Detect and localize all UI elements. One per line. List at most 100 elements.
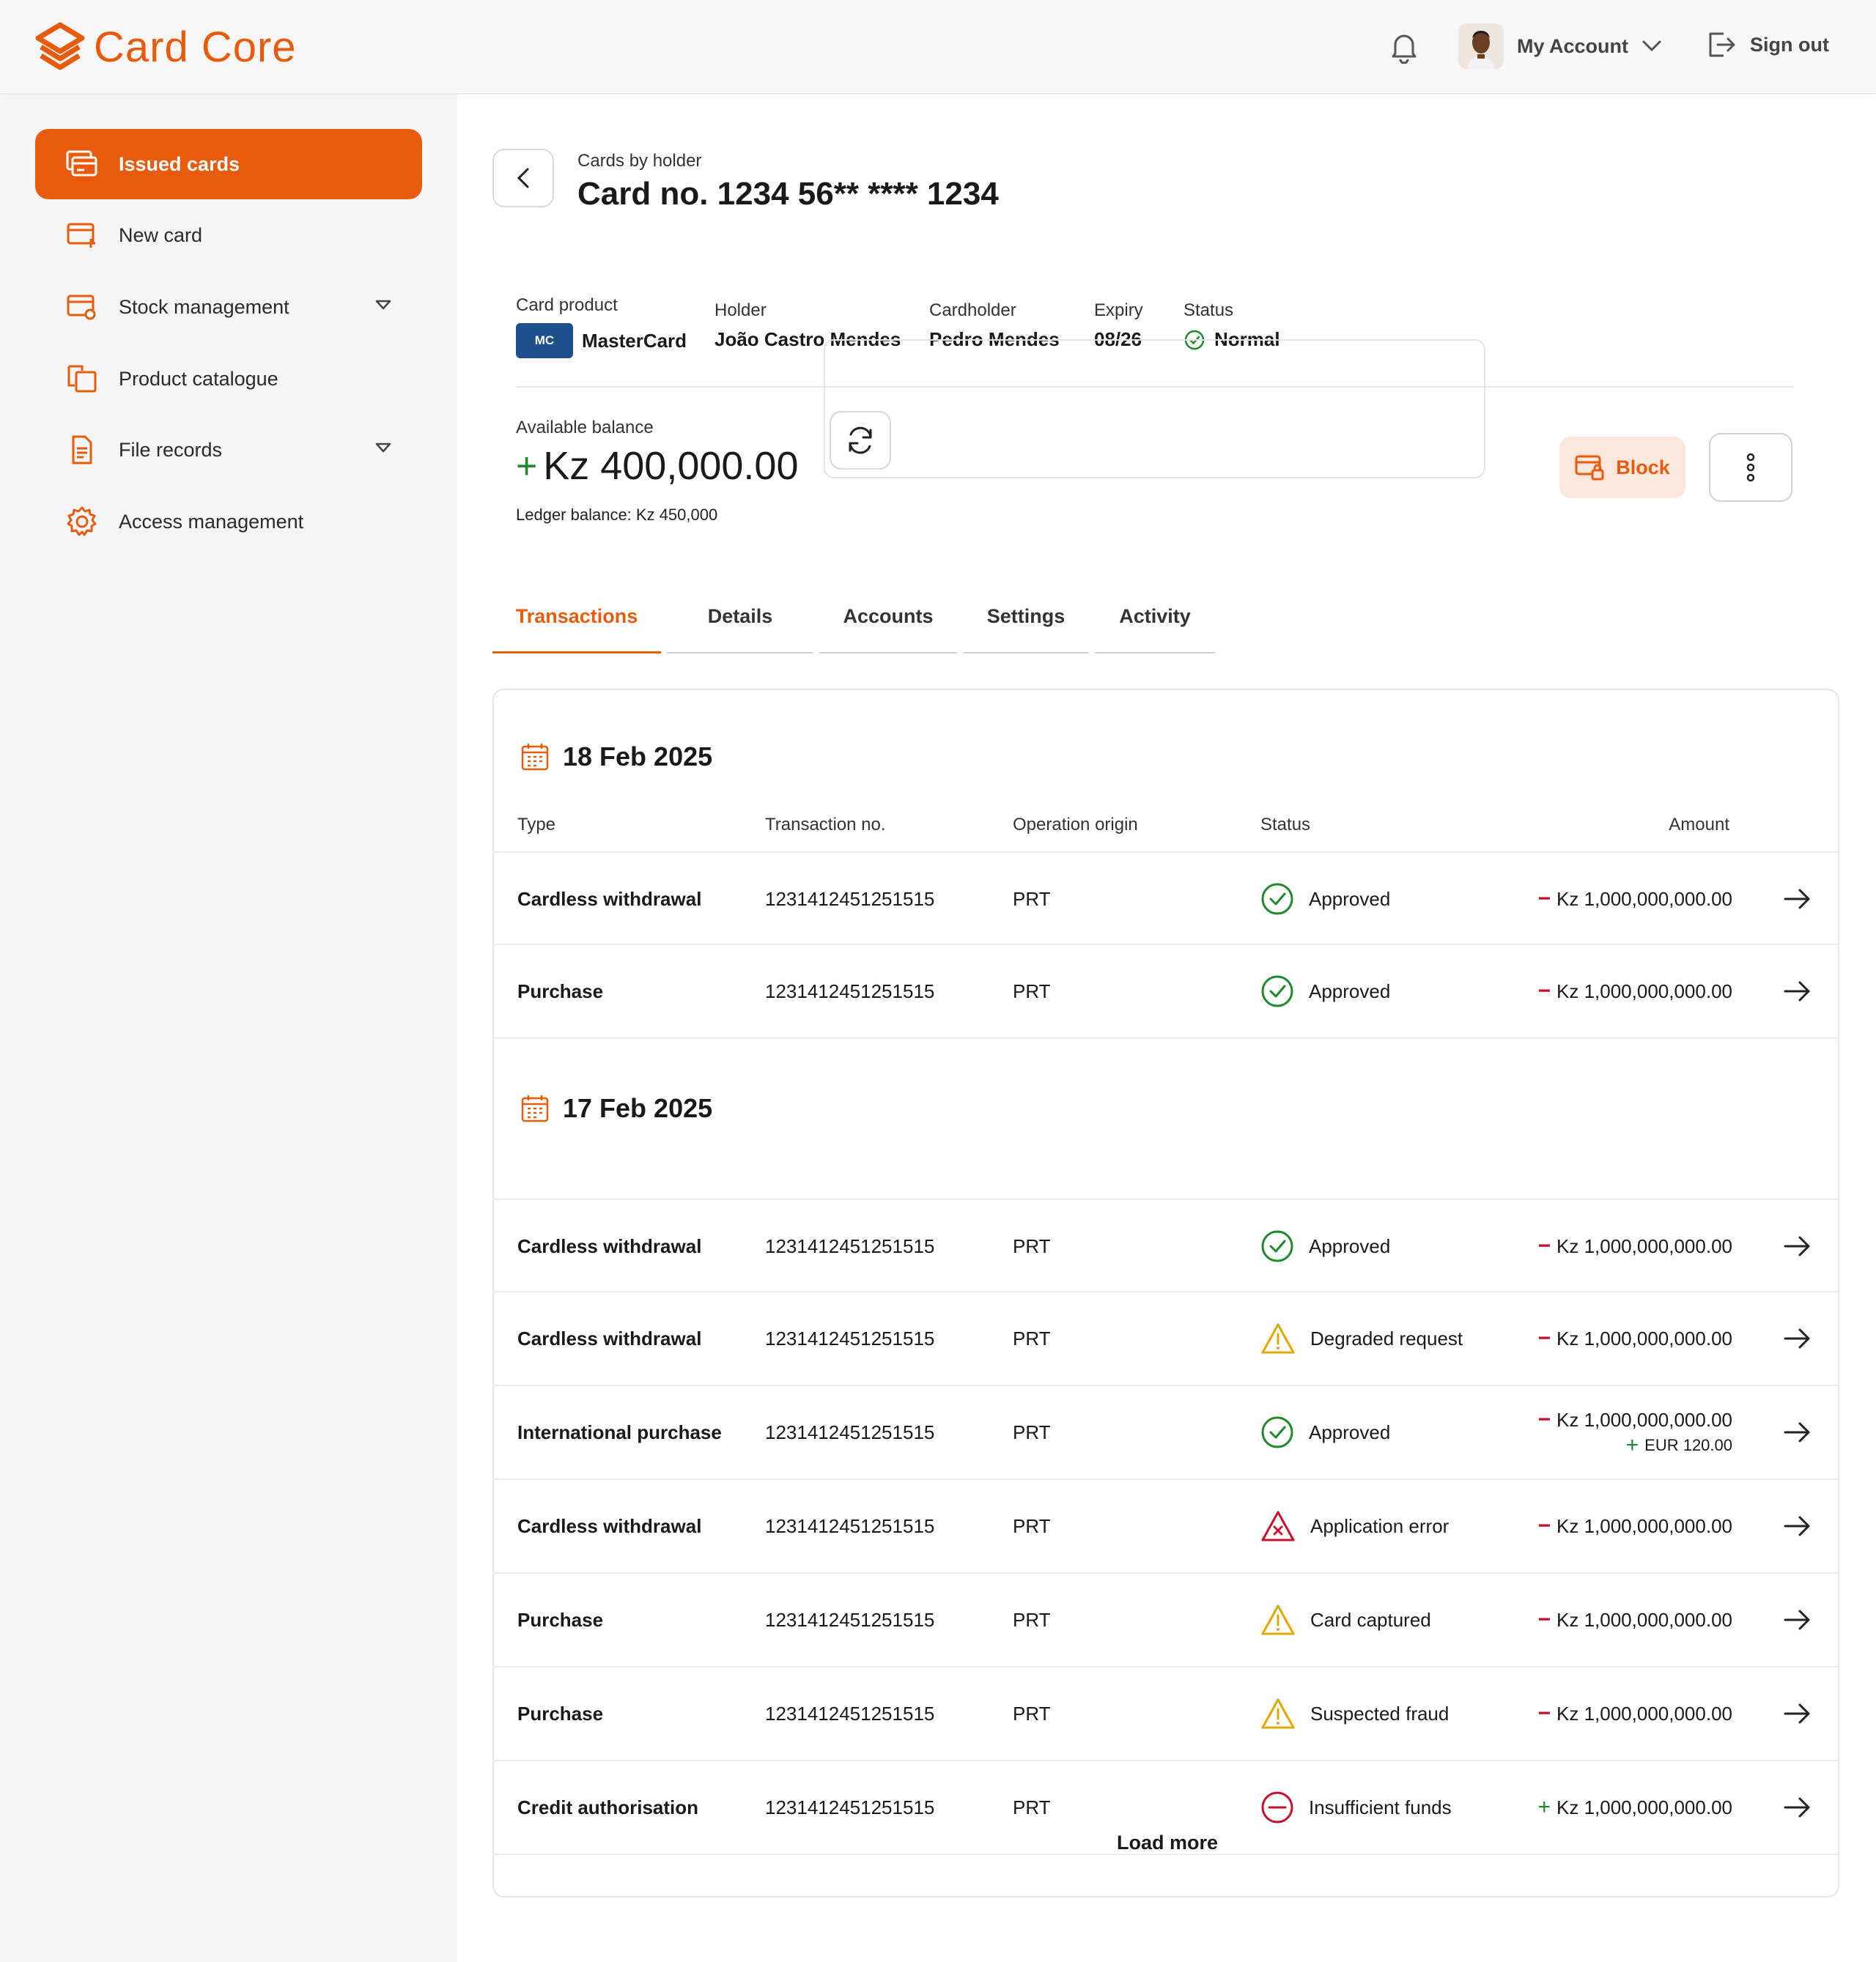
- calendar-icon: [520, 1094, 550, 1123]
- catalogue-icon: [66, 365, 98, 393]
- arrow-right-icon[interactable]: [1782, 1232, 1812, 1261]
- transaction-status: Approved: [1260, 945, 1390, 1037]
- transaction-status: Approved: [1260, 1200, 1390, 1292]
- transaction-amount: − Kz 1,000,000,000.00: [1537, 1574, 1732, 1666]
- amount-value: Kz 1,000,000,000.00: [1556, 1796, 1732, 1818]
- date-group-header: 17 Feb 2025: [520, 1093, 712, 1124]
- transaction-type: Cardless withdrawal: [517, 1327, 702, 1350]
- col-header-origin: Operation origin: [1013, 815, 1138, 834]
- transaction-number: 1231412451251515: [765, 1514, 935, 1537]
- transaction-number: 1231412451251515: [765, 1234, 935, 1257]
- gear-icon: [66, 506, 98, 538]
- transaction-type: Cardless withdrawal: [517, 1234, 702, 1257]
- status-text: Insufficient funds: [1309, 1796, 1452, 1818]
- secondary-amount: + EUR 120.00: [1626, 1434, 1732, 1456]
- breadcrumb[interactable]: Cards by holder: [577, 151, 701, 171]
- sidebar-item-file-records[interactable]: File records: [35, 415, 422, 485]
- load-more-button[interactable]: Load more: [494, 1832, 1838, 1854]
- transaction-row[interactable]: Purchase 1231412451251515 PRT Approved − Kz 1…: [494, 945, 1838, 1039]
- transaction-amount: − Kz 1,000,000,000.00: [1537, 1292, 1732, 1385]
- tab-accounts[interactable]: Accounts: [819, 586, 957, 654]
- amount-value: Kz 1,000,000,000.00: [1556, 887, 1732, 910]
- transaction-row[interactable]: Cardless withdrawal 1231412451251515 PRT Ap…: [494, 1199, 1838, 1292]
- tab-activity[interactable]: Activity: [1095, 586, 1215, 654]
- new-card-icon: [66, 221, 98, 249]
- transaction-status: Suspected fraud: [1260, 1667, 1449, 1760]
- more-options-button[interactable]: [1709, 433, 1792, 502]
- secondary-amount-value: EUR 120.00: [1644, 1435, 1732, 1454]
- sidebar-item-label: Stock management: [119, 295, 289, 318]
- transaction-row[interactable]: Purchase 1231412451251515 PRT Suspected fra…: [494, 1667, 1838, 1761]
- cardholder-label: Cardholder: [929, 300, 1016, 320]
- check-circle-icon: [1260, 1229, 1294, 1263]
- amount-value: Kz 1,000,000,000.00: [1556, 1408, 1732, 1431]
- status-text: Degraded request: [1310, 1327, 1463, 1350]
- card-product-label: Card product: [516, 295, 618, 315]
- arrow-right-icon[interactable]: [1782, 1418, 1812, 1447]
- tab-transactions[interactable]: Transactions: [492, 586, 661, 654]
- caret-down-icon[interactable]: [375, 300, 391, 310]
- transaction-row[interactable]: Cardless withdrawal 1231412451251515 PRT De…: [494, 1292, 1838, 1386]
- caret-down-icon[interactable]: [375, 443, 391, 453]
- amount-value: Kz 1,000,000,000.00: [1556, 1234, 1732, 1257]
- back-button[interactable]: [492, 149, 554, 207]
- card-product-value: MasterCard: [582, 329, 687, 352]
- transaction-row[interactable]: Cardless withdrawal 1231412451251515 PRT Ap…: [494, 851, 1838, 945]
- transaction-status: Degraded request: [1260, 1292, 1463, 1385]
- sidebar-item-label: New card: [119, 223, 203, 246]
- transaction-status: Application error: [1260, 1480, 1449, 1572]
- balance-sign: +: [516, 445, 538, 486]
- arrow-right-icon[interactable]: [1782, 884, 1812, 914]
- block-button[interactable]: Block: [1559, 437, 1685, 498]
- transaction-number: 1231412451251515: [765, 1608, 935, 1631]
- arrow-right-icon[interactable]: [1782, 977, 1812, 1006]
- transaction-status: Approved: [1260, 1386, 1390, 1478]
- operation-origin: PRT: [1013, 887, 1051, 910]
- transaction-type: Purchase: [517, 1702, 604, 1725]
- tab-details[interactable]: Details: [667, 586, 813, 654]
- transaction-type: Purchase: [517, 980, 604, 1002]
- transaction-status: Approved: [1260, 853, 1390, 945]
- warning-triangle-icon: [1260, 1697, 1296, 1730]
- sidebar-item-issued-cards[interactable]: Issued cards: [35, 129, 422, 199]
- sign-out-button[interactable]: Sign out: [1706, 29, 1829, 60]
- transaction-row[interactable]: International purchase 1231412451251515 PR…: [494, 1386, 1838, 1480]
- card-lock-icon: [1575, 454, 1606, 481]
- error-triangle-icon: [1260, 1509, 1296, 1543]
- col-header-status: Status: [1260, 815, 1311, 834]
- group-date: 17 Feb 2025: [563, 1093, 713, 1123]
- sidebar-item-new-card[interactable]: New card: [35, 200, 422, 270]
- notification-bell-icon[interactable]: [1389, 32, 1419, 64]
- transaction-row[interactable]: Purchase 1231412451251515 PRT Card captured…: [494, 1574, 1838, 1667]
- arrow-right-icon[interactable]: [1782, 1324, 1812, 1353]
- amount-value: Kz 1,000,000,000.00: [1556, 1608, 1732, 1631]
- tab-settings[interactable]: Settings: [963, 586, 1089, 654]
- transaction-type: International purchase: [517, 1421, 722, 1443]
- amount-sign: −: [1537, 1407, 1551, 1432]
- sidebar-item-access-management[interactable]: Access management: [35, 486, 422, 557]
- transaction-row[interactable]: Cardless withdrawal 1231412451251515 PRT Ap…: [494, 1480, 1838, 1574]
- check-circle-icon: [1260, 974, 1294, 1008]
- account-menu[interactable]: My Account: [1458, 23, 1662, 69]
- amount-sign: −: [1537, 979, 1551, 1003]
- amount-sign: −: [1537, 1514, 1551, 1538]
- transaction-number: 1231412451251515: [765, 1327, 935, 1350]
- arrow-right-icon[interactable]: [1782, 1605, 1812, 1635]
- sidebar-item-product-catalogue[interactable]: Product catalogue: [35, 344, 422, 414]
- status-text: Card captured: [1310, 1608, 1431, 1631]
- transaction-number: 1231412451251515: [765, 887, 935, 910]
- logo[interactable]: Card Core: [34, 21, 297, 73]
- chevron-left-icon: [516, 167, 531, 189]
- arrow-right-icon[interactable]: [1782, 1511, 1812, 1541]
- transaction-number: 1231412451251515: [765, 1421, 935, 1443]
- ledger-balance: Ledger balance: Kz 450,000: [516, 506, 718, 524]
- avatar: [1458, 23, 1504, 69]
- sidebar-item-stock-management[interactable]: Stock management: [35, 272, 422, 342]
- sidebar-item-label: File records: [119, 438, 223, 461]
- arrow-right-icon[interactable]: [1782, 1699, 1812, 1728]
- status-text: Approved: [1309, 1421, 1391, 1443]
- kebab-menu-icon: [1746, 453, 1756, 482]
- logo-text: Card Core: [94, 23, 297, 72]
- arrow-right-icon[interactable]: [1782, 1793, 1812, 1822]
- refresh-button[interactable]: [830, 411, 891, 470]
